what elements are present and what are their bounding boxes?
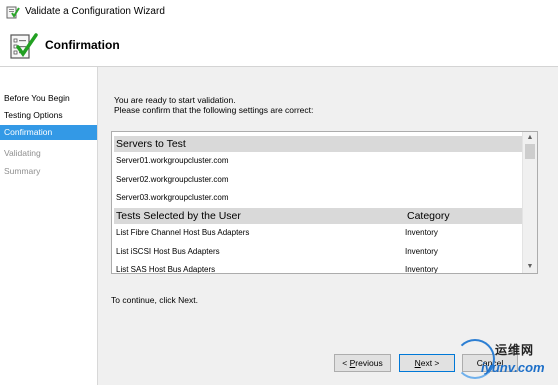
settings-list[interactable]: Servers to Test Server01.workgroupcluste… — [111, 131, 538, 274]
tests-header-label: Tests Selected by the User — [116, 210, 241, 222]
test-name: List Fibre Channel Host Bus Adapters — [116, 228, 250, 237]
title-bar: Validate a Configuration Wizard — [0, 0, 558, 25]
intro-text: You are ready to start validation. Pleas… — [114, 95, 313, 115]
intro-line-1: You are ready to start validation. — [114, 95, 236, 105]
page-heading: Confirmation — [45, 38, 120, 52]
site-watermark: 运维网 iyunv.com — [451, 337, 558, 385]
list-item-test: List SAS Host Bus Adapters Inventory — [116, 265, 438, 274]
test-category: Inventory — [405, 265, 438, 274]
sidebar-item-summary: Summary — [4, 166, 41, 176]
list-item-test: List iSCSI Host Bus Adapters Inventory — [116, 247, 438, 256]
list-item-test: List Fibre Channel Host Bus Adapters Inv… — [116, 228, 438, 237]
watermark-en-text: iyunv.com — [481, 360, 545, 375]
sidebar-item-confirmation[interactable]: Confirmation — [0, 125, 97, 140]
test-name: List SAS Host Bus Adapters — [116, 265, 216, 274]
scroll-down-icon[interactable]: ▼ — [523, 261, 537, 273]
intro-line-2: Please confirm that the following settin… — [114, 105, 314, 115]
list-item-server: Server01.workgroupcluster.com — [116, 156, 229, 165]
servers-section-header: Servers to Test — [114, 136, 522, 152]
window-title: Validate a Configuration Wizard — [25, 6, 165, 17]
wizard-step-sidebar: Before You Begin Testing Options Confirm… — [0, 67, 97, 385]
test-name: List iSCSI Host Bus Adapters — [116, 247, 220, 256]
test-category: Inventory — [405, 247, 438, 256]
wizard-app-icon — [6, 6, 20, 19]
category-header-label: Category — [407, 210, 450, 222]
list-item-server: Server02.workgroupcluster.com — [116, 175, 229, 184]
vertical-scrollbar[interactable]: ▲ ▼ — [522, 132, 537, 273]
checklist-icon — [10, 33, 38, 59]
scrollbar-thumb[interactable] — [525, 144, 535, 159]
watermark-cn-text: 运维网 — [495, 343, 535, 357]
previous-button[interactable]: < Previous — [334, 354, 391, 372]
continue-instruction: To continue, click Next. — [111, 295, 198, 305]
scroll-up-icon[interactable]: ▲ — [523, 132, 537, 144]
servers-header-label: Servers to Test — [116, 138, 186, 150]
test-category: Inventory — [405, 228, 438, 237]
sidebar-item-testing-options[interactable]: Testing Options — [0, 108, 97, 123]
next-button[interactable]: Next > — [399, 354, 455, 372]
tests-section-header: Tests Selected by the User Category — [114, 208, 522, 224]
wizard-header: Confirmation — [0, 25, 558, 67]
sidebar-item-before-you-begin[interactable]: Before You Begin — [0, 91, 97, 106]
sidebar-item-validating: Validating — [4, 148, 41, 158]
list-item-server: Server03.workgroupcluster.com — [116, 193, 229, 202]
